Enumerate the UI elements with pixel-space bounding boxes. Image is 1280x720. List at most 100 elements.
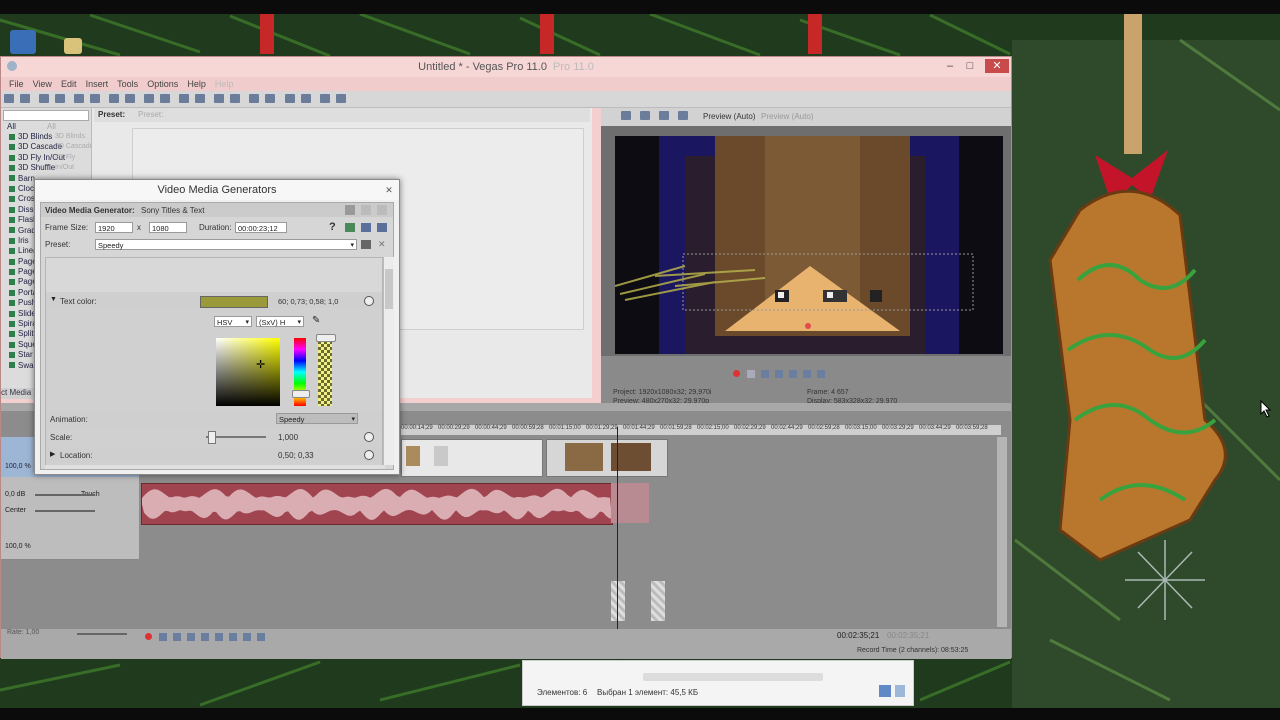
properties-h-scrollbar[interactable] (45, 465, 385, 469)
loop-icon[interactable] (159, 633, 167, 641)
go-to-end-icon[interactable] (817, 370, 825, 378)
loop-icon[interactable] (747, 370, 755, 378)
video-track-level[interactable]: 100,0 % (5, 463, 31, 470)
picker-crosshair-icon[interactable]: ✛ (256, 358, 265, 371)
empty-event-2[interactable] (651, 581, 665, 621)
open-icon[interactable] (20, 94, 30, 103)
timeline-v-scrollbar[interactable] (997, 437, 1007, 627)
video-track-2-header[interactable]: 100,0 % (1, 525, 139, 560)
ignore-grouping-icon[interactable] (230, 94, 241, 103)
video-clip-2[interactable] (546, 439, 668, 477)
explorer-h-scrollbar[interactable] (643, 673, 823, 681)
audio-clip[interactable] (141, 483, 613, 525)
hue-slider-handle[interactable] (292, 390, 310, 398)
snap-icon[interactable] (179, 94, 190, 103)
maximize-button[interactable]: □ (961, 59, 979, 73)
text-color-row[interactable]: ▼ Text color: 60; 0,73; 0,58; 1,0 (46, 294, 382, 308)
scale-value[interactable]: 1,000 (278, 433, 298, 442)
play-icon[interactable] (187, 633, 195, 641)
go-to-end-icon[interactable] (257, 633, 265, 641)
menu-file[interactable]: File (9, 77, 24, 91)
close-button[interactable]: ✕ (985, 59, 1009, 73)
color-channel-select[interactable]: (SxV) H ▾ (256, 316, 304, 327)
view-toggle-icon[interactable] (345, 205, 355, 215)
expand-arrow-icon[interactable]: ▶ (50, 450, 55, 458)
empty-event[interactable] (611, 581, 625, 621)
list-view-icon[interactable] (361, 205, 371, 215)
paste-icon[interactable] (125, 94, 136, 103)
render-icon[interactable] (74, 94, 85, 103)
play-icon[interactable] (761, 370, 769, 378)
text-color-swatch[interactable] (200, 296, 268, 308)
selection-tool-icon[interactable] (284, 94, 295, 103)
duration-field[interactable]: 00:00:23;12 (235, 222, 287, 233)
save-icon[interactable] (39, 94, 50, 103)
whats-this-icon[interactable] (335, 94, 346, 103)
properties-icon[interactable] (55, 94, 66, 103)
computer-icon[interactable] (10, 30, 36, 54)
all-filter[interactable]: All (7, 122, 16, 131)
text-color-value[interactable]: 60; 0,73; 0,58; 1,0 (278, 297, 338, 306)
menu-tools[interactable]: Tools (117, 77, 138, 91)
delete-preset-icon[interactable] (377, 223, 387, 232)
save-preset-icon[interactable] (361, 223, 371, 232)
split-screen-icon[interactable] (659, 111, 670, 120)
color-mode-select[interactable]: HSV ▾ (214, 316, 252, 327)
menu-options[interactable]: Options (147, 77, 178, 91)
properties-v-scrollbar[interactable] (383, 257, 394, 465)
location-value[interactable]: 0,50; 0,33 (278, 451, 314, 460)
details-view-icon[interactable] (879, 685, 891, 697)
copy-icon[interactable] (109, 94, 120, 103)
redo-icon[interactable] (160, 94, 171, 103)
search-input[interactable] (3, 110, 89, 121)
delete-preset-x-icon[interactable]: ✕ (378, 239, 386, 250)
eyedropper-icon[interactable]: ✎ (312, 315, 320, 326)
zoom-tool-icon[interactable] (300, 94, 311, 103)
prev-frame-icon[interactable] (229, 633, 237, 641)
frame-width-field[interactable]: 1920 (95, 222, 133, 233)
preset-select[interactable]: Speedy ▾ (95, 239, 357, 250)
animation-select[interactable]: Speedy ▾ (276, 413, 358, 424)
preview-quality[interactable]: Preview (Auto) (703, 112, 755, 121)
undo-icon[interactable] (144, 94, 155, 103)
cut-icon[interactable] (90, 94, 101, 103)
minimize-button[interactable]: – (941, 59, 959, 73)
record-icon[interactable] (733, 370, 740, 377)
audio-pan[interactable]: Center (5, 507, 26, 514)
normal-edit-tool-icon[interactable] (249, 94, 260, 103)
volume-slider[interactable] (35, 494, 95, 496)
help-button[interactable]: ? (329, 221, 336, 233)
envelope-tool-icon[interactable] (265, 94, 276, 103)
preview-device-icon[interactable] (640, 111, 651, 120)
timeline-ruler[interactable]: 00:00:14;29 00:00:29;29 00:00:44;29 00:00:5… (401, 425, 1001, 435)
pause-icon[interactable] (775, 370, 783, 378)
pause-icon[interactable] (201, 633, 209, 641)
folder-icon[interactable] (64, 38, 82, 54)
new-icon[interactable] (4, 94, 14, 103)
menu-edit[interactable]: Edit (61, 77, 77, 91)
menu-help[interactable]: Help (187, 77, 206, 91)
preview-properties-icon[interactable] (621, 111, 631, 120)
alpha-slider[interactable] (318, 338, 332, 406)
animate-clock-icon[interactable] (364, 450, 374, 460)
audio-volume[interactable]: 0,0 dB (5, 491, 25, 498)
video-track-2-level[interactable]: 100,0 % (5, 543, 31, 550)
overlays-icon[interactable] (678, 111, 689, 120)
location-row[interactable]: ▶ Location: 0,50; 0,33 (46, 448, 382, 462)
pan-slider[interactable] (35, 510, 95, 512)
saturation-value-picker[interactable]: ✛ (216, 338, 280, 406)
rate-slider[interactable] (77, 629, 127, 639)
video-clip[interactable] (401, 439, 543, 477)
auto-ripple-icon[interactable] (195, 94, 206, 103)
stop-icon[interactable] (789, 370, 797, 378)
menu-insert[interactable]: Insert (86, 77, 109, 91)
audio-track-header[interactable]: 0,0 dB Touch Center (1, 477, 139, 526)
frame-height-field[interactable]: 1080 (149, 222, 187, 233)
animate-clock-icon[interactable] (364, 432, 374, 442)
scale-slider-handle[interactable] (208, 431, 216, 444)
play-from-start-icon[interactable] (173, 633, 181, 641)
plugin-chain-icon[interactable] (345, 223, 355, 232)
menu-view[interactable]: View (33, 77, 52, 91)
record-icon[interactable] (145, 633, 152, 640)
large-icons-view-icon[interactable] (895, 685, 905, 697)
